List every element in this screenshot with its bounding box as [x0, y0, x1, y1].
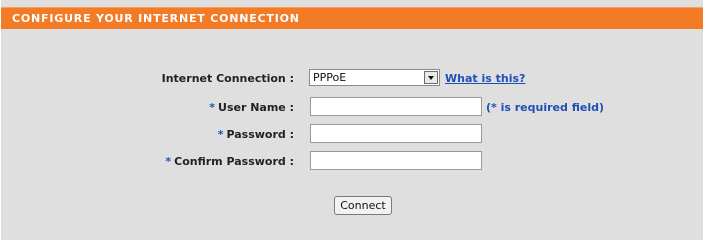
username-input[interactable] — [310, 97, 482, 116]
username-label-row: * User Name : — [209, 101, 294, 114]
required-field-hint: (* is required field) — [486, 101, 604, 114]
username-label: User Name : — [218, 101, 294, 114]
confirm-password-label-row: * Confirm Password : — [165, 155, 294, 168]
chevron-down-icon[interactable] — [424, 71, 438, 84]
required-marker-icon: * — [165, 155, 172, 168]
confirm-password-input[interactable] — [310, 151, 482, 170]
password-label: Password : — [226, 128, 294, 141]
section-title: CONFIGURE YOUR INTERNET CONNECTION — [12, 12, 300, 25]
required-marker-icon: * — [217, 128, 224, 141]
internet-connection-label: Internet Connection : — [161, 72, 294, 85]
what-is-this-link[interactable]: What is this? — [445, 72, 525, 85]
connection-panel: CONFIGURE YOUR INTERNET CONNECTION Inter… — [0, 0, 703, 240]
confirm-password-label: Confirm Password : — [174, 155, 294, 168]
section-header: CONFIGURE YOUR INTERNET CONNECTION — [1, 7, 703, 29]
password-label-row: * Password : — [218, 128, 294, 141]
internet-connection-select[interactable]: PPPoE — [309, 69, 440, 86]
connect-button[interactable]: Connect — [334, 196, 392, 215]
required-marker-icon: * — [209, 101, 216, 114]
internet-connection-value: PPPoE — [313, 71, 347, 84]
password-input[interactable] — [310, 124, 482, 143]
